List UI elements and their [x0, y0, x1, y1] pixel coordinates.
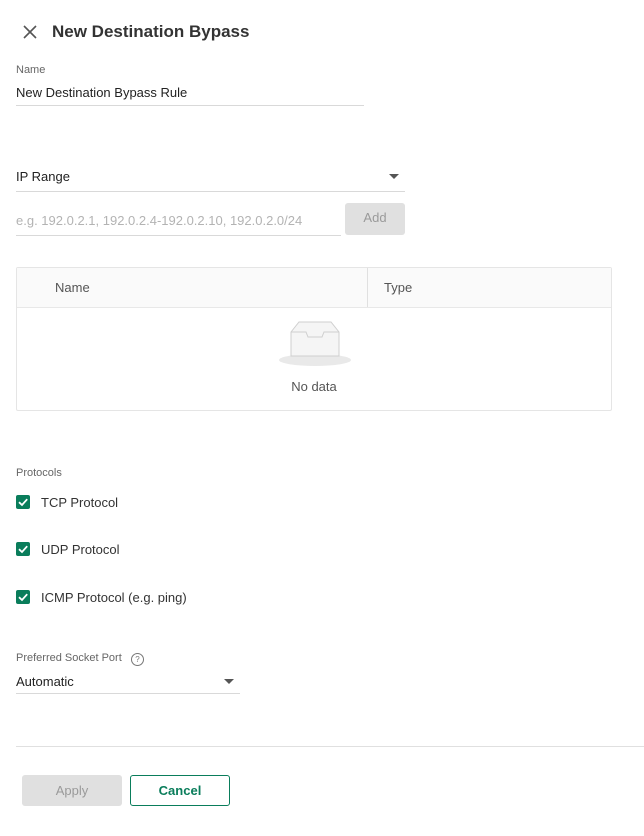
socket-port-label: Preferred Socket Port — [16, 652, 122, 664]
help-icon[interactable]: ? — [131, 653, 144, 666]
column-header-name[interactable]: Name — [55, 280, 90, 295]
type-select-value: IP Range — [16, 169, 70, 184]
footer-divider — [16, 746, 644, 747]
bypass-table: Name Type No data — [16, 267, 612, 411]
icmp-checkbox[interactable] — [16, 590, 30, 604]
name-field-label: Name — [16, 64, 46, 76]
dialog-title: New Destination Bypass — [52, 22, 250, 41]
inbox-icon — [278, 320, 352, 373]
apply-button[interactable]: Apply — [22, 775, 122, 806]
check-icon — [18, 498, 28, 507]
cancel-button[interactable]: Cancel — [130, 775, 230, 806]
udp-checkbox[interactable] — [16, 542, 30, 556]
check-icon — [18, 545, 28, 554]
address-input[interactable]: e.g. 192.0.2.1, 192.0.2.4-192.0.2.10, 19… — [16, 212, 341, 236]
tcp-checkbox-label[interactable]: TCP Protocol — [41, 495, 118, 510]
address-input-placeholder: e.g. 192.0.2.1, 192.0.2.4-192.0.2.10, 19… — [16, 213, 303, 228]
name-field[interactable]: New Destination Bypass Rule — [16, 84, 364, 106]
tcp-checkbox[interactable] — [16, 495, 30, 509]
check-icon — [18, 593, 28, 602]
empty-text: No data — [291, 379, 337, 394]
icmp-checkbox-label[interactable]: ICMP Protocol (e.g. ping) — [41, 590, 187, 605]
socket-port-value: Automatic — [16, 674, 74, 689]
name-field-value: New Destination Bypass Rule — [16, 85, 188, 100]
protocols-label: Protocols — [16, 467, 62, 479]
table-header: Name Type — [17, 268, 611, 308]
add-button[interactable]: Add — [345, 203, 405, 235]
column-divider — [367, 268, 368, 307]
udp-checkbox-label[interactable]: UDP Protocol — [41, 542, 120, 557]
column-header-type[interactable]: Type — [384, 280, 412, 295]
close-icon[interactable] — [20, 22, 40, 42]
type-select[interactable]: IP Range — [16, 168, 405, 192]
socket-port-select[interactable]: Automatic — [16, 673, 240, 694]
caret-down-icon — [389, 174, 399, 179]
caret-down-icon — [224, 679, 234, 684]
